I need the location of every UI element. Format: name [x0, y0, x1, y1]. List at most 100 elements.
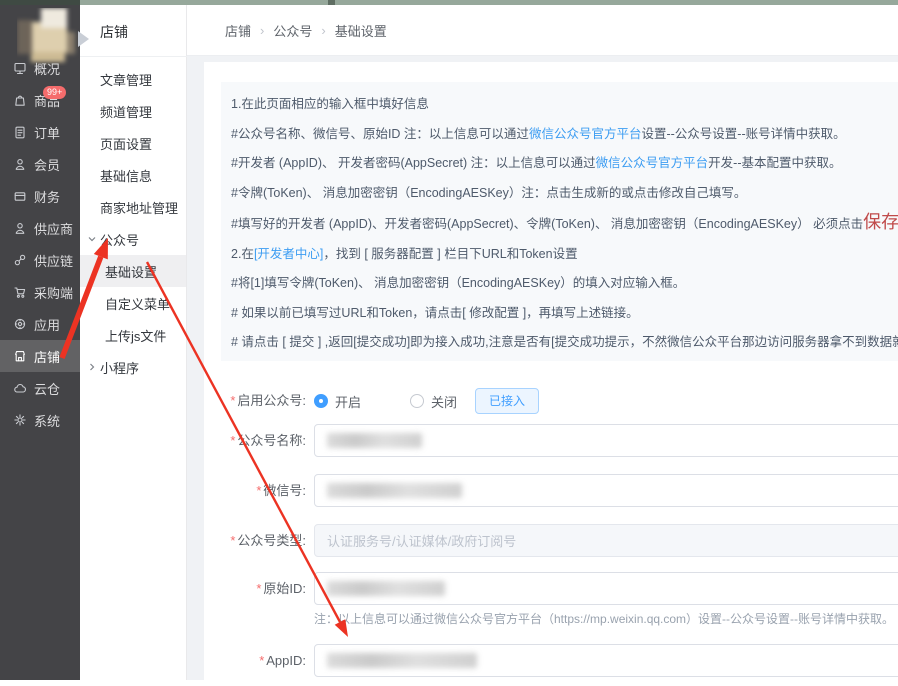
enable-radio-group: 开启 关闭 已接入 [314, 388, 540, 414]
breadcrumb-item[interactable]: 基础设置 [335, 21, 387, 40]
breadcrumb-item[interactable]: 公众号 [273, 21, 312, 40]
required-asterisk: * [230, 533, 236, 548]
orders-icon [13, 125, 27, 139]
instruction-text: #填写好的开发者 (AppID)、开发者密码(AppSecret)、令牌(ToK… [231, 217, 864, 231]
window-top-strip [0, 0, 898, 5]
radio-off-circle [410, 394, 425, 408]
account-type-placeholder: 认证服务号/认证媒体/政府订阅号 [327, 534, 517, 549]
menu-item-label: 自定义菜单 [105, 296, 171, 312]
account-type-label: * 公众号类型: [230, 533, 306, 548]
form-row-enable: * 启用公众号: 开启 关闭 已接入 [204, 388, 898, 414]
instruction-text: 2.在 [231, 246, 254, 261]
sidebar-item-label: 供应链 [34, 253, 74, 269]
breadcrumb-separator: › [260, 22, 265, 38]
sidebar-item-store[interactable]: 店铺 [0, 340, 80, 372]
radio-off[interactable]: 关闭 [410, 392, 457, 411]
breadcrumb-separator: › [321, 22, 326, 38]
sidebar-item-procurement[interactable]: 采购端 [0, 276, 80, 308]
menu-mini-program[interactable]: 小程序 [80, 351, 186, 383]
sidebar-item-goods[interactable]: 商品 99+ [0, 84, 80, 116]
instruction-text: #令牌(ToKen)、 消息加密密钥（EncodingAESKey）注：点击生成… [231, 185, 747, 200]
apps-icon [13, 317, 27, 331]
dashboard-icon [13, 61, 27, 75]
original-id-label: * 原始ID: [256, 581, 306, 596]
sidebar-item-overview[interactable]: 概况 [0, 52, 80, 84]
chevron-down-icon [87, 234, 97, 244]
sidebar-item-cloud-warehouse[interactable]: 云仓 [0, 372, 80, 404]
official-account-name-label: * 公众号名称: [230, 433, 306, 448]
supplier-icon [13, 221, 27, 235]
instruction-line: # 请点击 [ 提交 ] ,返回[提交成功]即为接入成功,注意是否有[提交成功提… [231, 328, 898, 358]
menu-merchant-address[interactable]: 商家地址管理 [80, 191, 186, 223]
required-asterisk: * [256, 581, 262, 596]
redacted-value [327, 653, 477, 668]
instruction-text: # 如果以前已填写过URL和Token，请点击[ 修改配置 ]，再填写上述链接。 [231, 305, 639, 320]
count-badge: 99+ [43, 86, 67, 99]
wechat-id-input[interactable] [314, 474, 898, 507]
radio-on-circle [314, 394, 328, 408]
sidebar-item-label: 采购端 [34, 285, 74, 301]
sidebar-item-supply-chain[interactable]: 供应链 [0, 244, 80, 276]
top-strip-dark-segment [0, 0, 80, 5]
members-icon [13, 157, 27, 171]
menu-channel-management[interactable]: 频道管理 [80, 95, 186, 127]
instruction-text: 开发--基本配置中获取。 [708, 156, 842, 170]
content-area: 1.在此页面相应的输入框中填好信息 #公众号名称、微信号、原始ID 注：以上信息可… [187, 56, 898, 686]
instruction-line: # 如果以前已填写过URL和Token，请点击[ 修改配置 ]，再填写上述链接。 [231, 299, 896, 329]
menu-basic-settings[interactable]: 基础设置 [80, 255, 186, 287]
menu-upload-js[interactable]: 上传js文件 [80, 319, 186, 351]
divider [80, 56, 187, 57]
primary-sidebar: 概况商品 99+ 订单会员财务供应商供应链采购端应用 店铺 云仓 系统 [0, 5, 80, 680]
sidebar-item-label: 财务 [34, 189, 61, 205]
cloud-warehouse-icon [13, 381, 27, 395]
menu-basic-info[interactable]: 基础信息 [80, 159, 186, 191]
instruction-line: #开发者 (AppID)、 开发者密码(AppSecret) 注：以上信息可以通… [231, 149, 896, 179]
breadcrumb: 店铺 › 公众号 › 基础设置 [187, 5, 898, 56]
form-row-official-account-name: * 公众号名称: [204, 424, 898, 457]
redacted-value [327, 433, 422, 448]
menu-page-settings[interactable]: 页面设置 [80, 127, 186, 159]
sidebar-item-label: 会员 [34, 157, 61, 173]
menu-item-label: 页面设置 [100, 136, 153, 152]
store-icon [13, 349, 27, 363]
radio-on[interactable]: 开启 [314, 392, 361, 411]
sidebar-item-label: 概况 [34, 61, 61, 77]
instruction-text: # 请点击 [ 提交 ] ,返回[提交成功]即为接入成功,注意是否有[提交成功提… [231, 335, 898, 349]
sidebar-item-supplier[interactable]: 供应商 [0, 212, 80, 244]
form-row-account-type: * 公众号类型: 认证服务号/认证媒体/政府订阅号 [204, 524, 898, 557]
menu-custom-menu[interactable]: 自定义菜单 [80, 287, 186, 319]
inline-link[interactable]: 微信公众号官方平台 [596, 156, 709, 170]
instruction-text: 设置--公众号设置--账号详情中获取。 [641, 126, 846, 141]
menu-article-management[interactable]: 文章管理 [80, 63, 186, 95]
required-asterisk: * [230, 433, 236, 448]
sidebar-item-label: 供应商 [34, 221, 74, 237]
instruction-panel: 1.在此页面相应的输入框中填好信息 #公众号名称、微信号、原始ID 注：以上信息可… [221, 82, 898, 361]
instruction-text: #开发者 (AppID)、 开发者密码(AppSecret) 注：以上信息可以通… [231, 156, 596, 170]
instruction-text: #将[1]填写令牌(ToKen)、 消息加密密钥（EncodingAESKey）… [231, 276, 686, 290]
menu-official-account[interactable]: 公众号 [80, 223, 186, 255]
secondary-nav: 文章管理 频道管理页面设置基础信息 商家地址管理公众号基础设置自定义菜单上传js文件… [80, 63, 186, 383]
sidebar-collapse-toggle[interactable] [78, 31, 89, 47]
instruction-text: #公众号名称、微信号、原始ID 注：以上信息可以通过 [231, 126, 529, 141]
redacted-value [327, 581, 445, 596]
menu-item-label: 公众号 [100, 232, 140, 248]
inline-link[interactable]: [开发者中心] [254, 247, 323, 261]
required-asterisk: * [230, 393, 236, 408]
instruction-line: #令牌(ToKen)、 消息加密密钥（EncodingAESKey）注：点击生成… [231, 179, 896, 209]
main-area: 店铺 › 公众号 › 基础设置 1.在此页面相应的输入框中填好信息 #公众号名称、微信号、… [187, 5, 898, 686]
original-id-input[interactable] [314, 572, 898, 605]
inline-link[interactable]: 微信公众号官方平台 [529, 127, 642, 141]
sidebar-item-orders[interactable]: 订单 [0, 116, 80, 148]
connected-status-button[interactable]: 已接入 [475, 388, 540, 414]
goods-icon [13, 93, 27, 107]
app-id-input[interactable] [314, 644, 898, 677]
sidebar-item-apps[interactable]: 应用 [0, 308, 80, 340]
sidebar-item-finance[interactable]: 财务 [0, 180, 80, 212]
official-account-name-input[interactable] [314, 424, 898, 457]
primary-nav: 概况商品 99+ 订单会员财务供应商供应链采购端应用 店铺 云仓 系统 [0, 52, 80, 436]
form-row-app-id: * AppID: [204, 644, 898, 677]
breadcrumb-item[interactable]: 店铺 [225, 21, 251, 40]
sidebar-item-members[interactable]: 会员 [0, 148, 80, 180]
secondary-sidebar: 店铺 文章管理 频道管理 页面设置 基础信息 商家地址管理 公众号 基础设置 自定义菜单 上传j… [80, 5, 187, 680]
sidebar-item-system[interactable]: 系统 [0, 404, 80, 436]
